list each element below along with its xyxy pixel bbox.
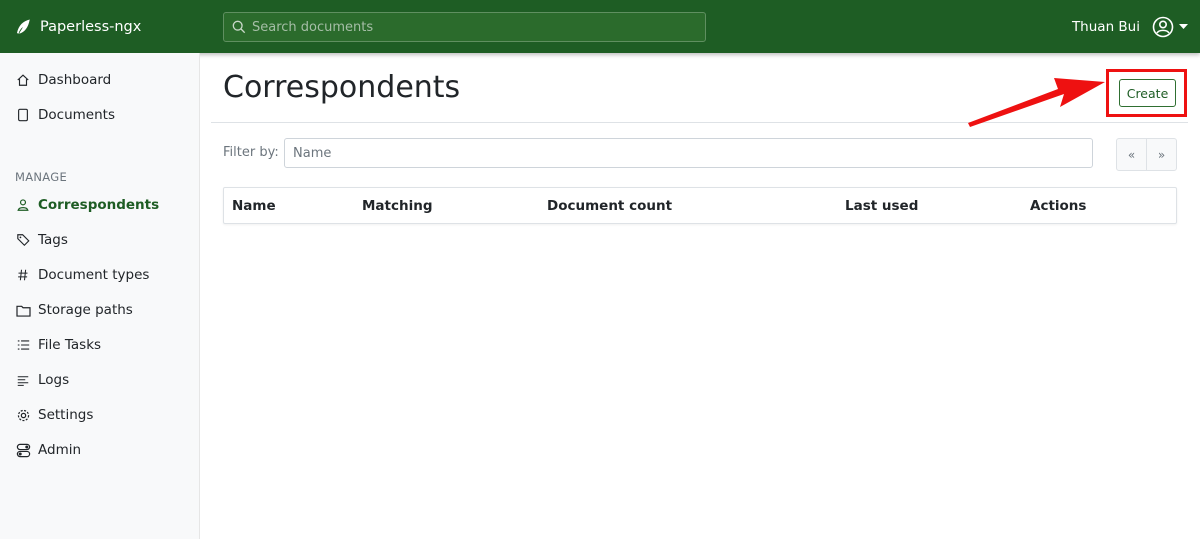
sidebar-item-file-tasks[interactable]: File Tasks [15, 334, 101, 356]
person-circle-icon [1152, 16, 1174, 38]
column-header-document-count[interactable]: Document count [547, 198, 672, 214]
toggles-icon [15, 442, 31, 458]
search-box[interactable] [223, 12, 706, 42]
pagination: « » [1116, 138, 1177, 171]
sidebar-item-label: Documents [38, 107, 115, 123]
page-title: Correspondents [223, 70, 461, 105]
sidebar-item-label: Correspondents [38, 197, 160, 213]
sidebar-item-label: Dashboard [38, 72, 112, 88]
sidebar-item-tags[interactable]: Tags [15, 229, 68, 251]
top-navbar: Paperless-ngx Thuan Bui [0, 0, 1200, 53]
tags-icon [15, 232, 31, 248]
column-header-name[interactable]: Name [232, 198, 276, 214]
sidebar-item-dashboard[interactable]: Dashboard [15, 69, 111, 91]
sidebar-item-logs[interactable]: Logs [15, 369, 69, 391]
pager-first-button[interactable]: « [1117, 139, 1146, 170]
column-header-last-used[interactable]: Last used [845, 198, 918, 214]
hash-icon [15, 267, 31, 283]
sidebar-item-correspondents[interactable]: Correspondents [15, 194, 159, 216]
feather-logo-icon [17, 19, 30, 34]
user-menu[interactable]: Thuan Bui [1072, 14, 1188, 40]
sidebar-item-label: Document types [38, 267, 150, 283]
sidebar-item-label: Storage paths [38, 302, 133, 318]
create-button[interactable]: Create [1119, 79, 1176, 107]
sidebar-item-label: Tags [38, 232, 68, 248]
sidebar-item-admin[interactable]: Admin [15, 439, 81, 461]
app-name: Paperless-ngx [40, 19, 142, 35]
user-name: Thuan Bui [1071, 19, 1140, 35]
sidebar-item-documents[interactable]: Documents [15, 104, 115, 126]
file-icon [15, 107, 31, 123]
sidebar-item-storage-paths[interactable]: Storage paths [15, 299, 133, 321]
gear-icon [15, 407, 31, 423]
column-header-actions: Actions [1030, 198, 1087, 214]
filter-name-input[interactable] [284, 138, 1093, 168]
text-left-icon [15, 372, 31, 388]
sidebar-item-label: File Tasks [38, 337, 102, 353]
caret-down-icon [1179, 24, 1188, 29]
search-icon [232, 20, 246, 34]
sidebar: Dashboard Documents MANAGE Correspondent… [0, 53, 200, 539]
correspondents-table: Name Matching Document count Last used A… [223, 187, 1177, 224]
brand-link[interactable]: Paperless-ngx [14, 16, 141, 38]
sidebar-item-document-types[interactable]: Document types [15, 264, 149, 286]
pager-last-button[interactable]: » [1146, 139, 1176, 170]
filter-label: Filter by: [223, 145, 279, 160]
search-input[interactable] [252, 19, 692, 35]
annotation-arrow-icon [968, 78, 1105, 127]
sidebar-item-label: Logs [38, 372, 70, 388]
sidebar-item-label: Settings [38, 407, 94, 423]
column-header-matching[interactable]: Matching [362, 198, 433, 214]
list-task-icon [15, 337, 31, 353]
sidebar-item-label: Admin [38, 442, 82, 458]
sidebar-item-settings[interactable]: Settings [15, 404, 93, 426]
sidebar-section-manage: MANAGE [15, 170, 68, 184]
folder-icon [15, 302, 31, 318]
person-icon [15, 197, 31, 213]
house-icon [15, 72, 31, 88]
